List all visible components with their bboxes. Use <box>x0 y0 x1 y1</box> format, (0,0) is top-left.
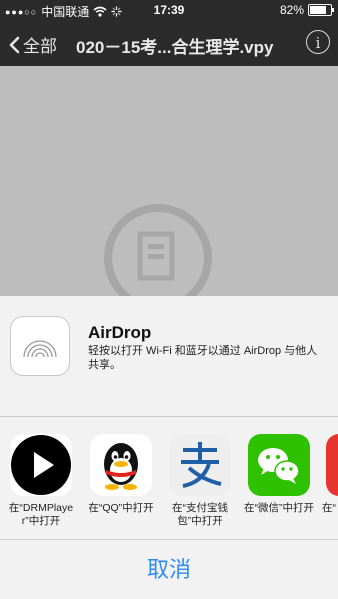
info-icon: i <box>315 34 321 52</box>
cancel-button[interactable]: 取消 <box>0 540 338 599</box>
section-divider <box>0 416 338 417</box>
share-app-partial[interactable]: 在“ <box>318 434 338 515</box>
airdrop-row[interactable]: AirDrop 轻按以打开 Wi-Fi 和蓝牙以通过 AirDrop 与他人共享… <box>0 296 338 392</box>
qq-penguin-icon[interactable] <box>90 434 152 496</box>
airdrop-description: 轻按以打开 Wi-Fi 和蓝牙以通过 AirDrop 与他人共享。 <box>88 345 318 371</box>
app-label: 在“DRMPlayer”中打开 <box>8 502 74 527</box>
app-icon[interactable] <box>326 434 338 496</box>
back-label: 全部 <box>23 37 57 56</box>
document-glyph-icon <box>137 231 175 281</box>
share-sheet: AirDrop 轻按以打开 Wi-Fi 和蓝牙以通过 AirDrop 与他人共享… <box>0 296 338 599</box>
page-title: 020－15考...合生理学.vpy <box>76 38 274 57</box>
info-button[interactable]: i <box>306 30 330 54</box>
alipay-icon[interactable] <box>169 434 231 496</box>
app-label: 在“微信”中打开 <box>244 502 314 514</box>
wechat-icon[interactable] <box>248 434 310 496</box>
back-button[interactable]: 全部 <box>8 32 57 57</box>
share-apps-row: 在“DRMPlayer”中打开 在“QQ”中打开 在“支付宝钱包”中打开 在“微… <box>0 434 338 544</box>
status-bar: ●●●○○ 中国联通 17:39 82% <box>0 0 338 20</box>
nav-bar: 全部 020－15考...合生理学.vpy i <box>0 20 338 66</box>
share-app-wechat[interactable]: 在“微信”中打开 <box>240 434 318 515</box>
battery-percent: 82% <box>279 3 304 17</box>
status-right: 82% <box>279 3 334 17</box>
share-app-qq[interactable]: 在“QQ”中打开 <box>82 434 160 515</box>
share-app-alipay[interactable]: 在“支付宝钱包”中打开 <box>161 434 239 528</box>
play-icon[interactable] <box>10 434 72 496</box>
share-app-drmplayer[interactable]: 在“DRMPlayer”中打开 <box>2 434 80 528</box>
airdrop-title: AirDrop <box>88 323 152 342</box>
chevron-left-icon <box>9 36 20 53</box>
app-label: 在“QQ”中打开 <box>88 502 154 514</box>
battery-icon <box>308 4 334 16</box>
app-label: 在“支付宝钱包”中打开 <box>172 502 228 527</box>
battery-fill <box>310 6 326 14</box>
document-preview <box>0 66 338 312</box>
app-label: 在“ <box>322 502 336 514</box>
airdrop-icon[interactable] <box>10 316 70 376</box>
